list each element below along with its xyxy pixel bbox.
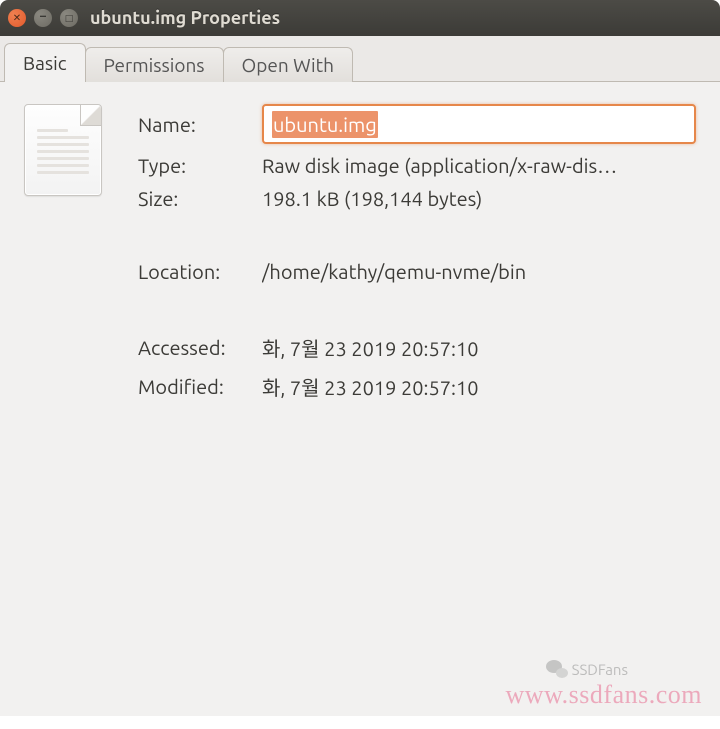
value-modified: 화, 7월 23 2019 20:57:10	[262, 372, 696, 401]
properties-window: ubuntu.img Properties Basic Permissions …	[0, 0, 720, 716]
wechat-watermark: SSDFans	[546, 658, 628, 680]
titlebar: ubuntu.img Properties	[0, 0, 720, 36]
tab-open-with[interactable]: Open With	[223, 47, 353, 83]
file-icon	[24, 104, 102, 196]
label-location: Location:	[138, 260, 258, 283]
tabbar: Basic Permissions Open With	[0, 36, 720, 82]
window-title: ubuntu.img Properties	[90, 8, 280, 28]
url-watermark: www.ssdfans.com	[506, 680, 702, 710]
value-location: /home/kathy/qemu-nvme/bin	[262, 260, 696, 283]
wechat-brand: SSDFans	[572, 661, 628, 678]
tab-permissions[interactable]: Permissions	[85, 47, 224, 83]
tab-content-basic: Name: ubuntu.img Type: Raw disk image (a…	[0, 82, 720, 716]
file-icon-cell	[24, 104, 134, 196]
label-size: Size:	[138, 187, 258, 210]
value-type: Raw disk image (application/x-raw-dis…	[262, 154, 696, 177]
label-accessed: Accessed:	[138, 336, 258, 359]
label-modified: Modified:	[138, 375, 258, 398]
wechat-icon	[546, 658, 568, 680]
name-input[interactable]: ubuntu.img	[262, 104, 696, 144]
value-accessed: 화, 7월 23 2019 20:57:10	[262, 333, 696, 362]
close-icon[interactable]	[8, 9, 26, 27]
label-type: Type:	[138, 154, 258, 177]
window-buttons	[8, 9, 78, 27]
value-size: 198.1 kB (198,144 bytes)	[262, 187, 696, 210]
label-name: Name:	[138, 113, 258, 136]
tab-basic[interactable]: Basic	[4, 43, 86, 82]
maximize-icon[interactable]	[60, 9, 78, 27]
minimize-icon[interactable]	[34, 9, 52, 27]
name-input-selection: ubuntu.img	[272, 111, 378, 138]
